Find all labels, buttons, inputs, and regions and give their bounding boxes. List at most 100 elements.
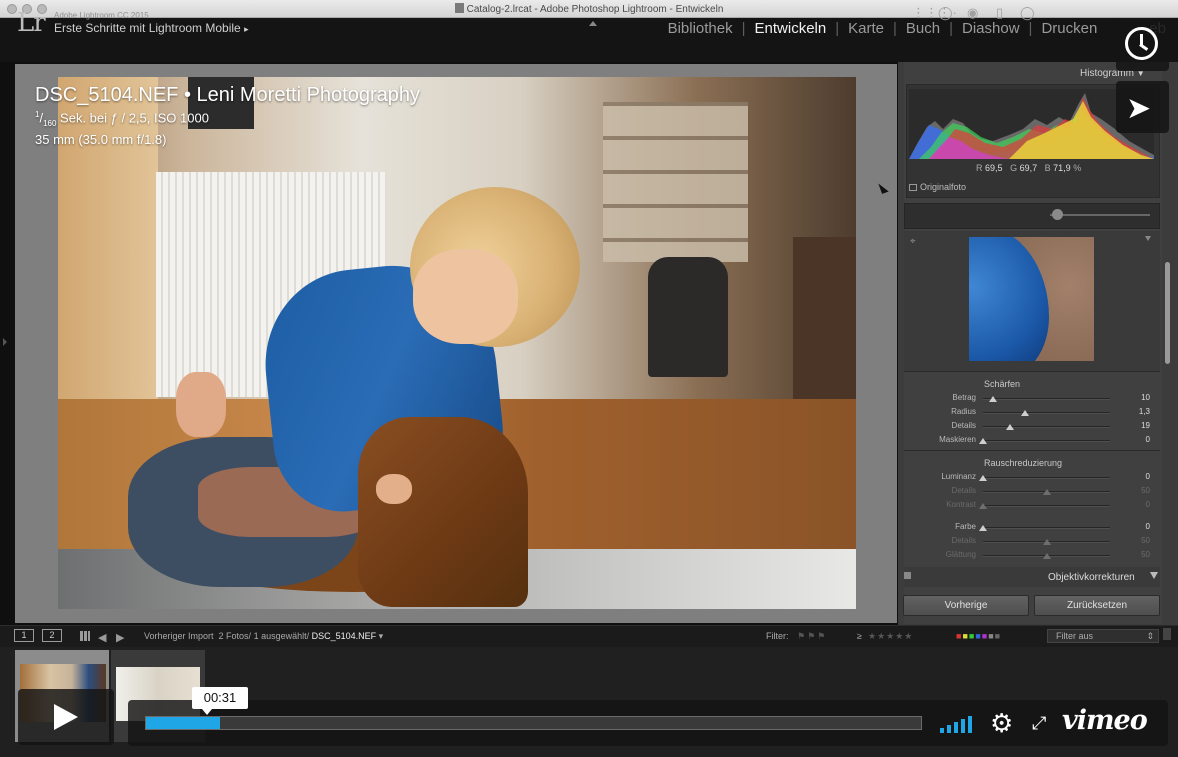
module-buch[interactable]: Buch <box>904 20 942 37</box>
volume-bar <box>947 725 951 733</box>
filename-dropdown-icon: ▾ <box>378 631 384 641</box>
chevron-down-icon[interactable] <box>1150 572 1158 579</box>
rating-filter-ge[interactable]: ≥ <box>857 631 862 641</box>
filter-preset-dropdown[interactable]: Filter aus ⇕ <box>1047 629 1159 643</box>
module-separator: | <box>949 20 954 37</box>
slider-track[interactable] <box>983 412 1110 414</box>
lightroom-version: Adobe Lightroom CC 2015 <box>54 11 149 20</box>
reset-button[interactable]: Zurücksetzen <box>1034 595 1160 616</box>
filmstrip-filename: DSC_5104.NEF <box>311 631 377 641</box>
adjustment-brush-icon[interactable] <box>1052 209 1063 220</box>
photo-lens: 35 mm (35.0 mm f/1.8) <box>35 131 167 147</box>
slider-value[interactable]: 19 <box>1128 421 1150 430</box>
slider-value[interactable]: 50 <box>1128 550 1150 559</box>
readout-r-value: 69,5 <box>985 163 1003 173</box>
filmstrip-toggle-icon[interactable] <box>1163 628 1171 640</box>
star-rating-filter-icon[interactable]: ★★★★★ <box>868 631 913 642</box>
module-separator: | <box>893 20 897 37</box>
detail-collapse-icon[interactable] <box>1145 236 1151 241</box>
slider-knob[interactable] <box>1005 424 1014 430</box>
main-window-button[interactable]: 1 <box>14 629 34 642</box>
slider-knob[interactable] <box>1042 553 1051 559</box>
slider-track[interactable] <box>983 527 1110 529</box>
slider-value[interactable]: 0 <box>1128 472 1150 481</box>
slider-value[interactable]: 10 <box>1128 393 1150 402</box>
module-karte[interactable]: Karte <box>846 20 886 37</box>
readout-b-label: B <box>1044 163 1051 173</box>
filmstrip-count: 2 Fotos/ 1 ausgewählt/ <box>218 631 310 641</box>
fullscreen-icon[interactable]: ⤢ <box>1032 713 1046 733</box>
module-bibliothek[interactable]: Bibliothek <box>666 20 735 37</box>
second-window-button[interactable]: 2 <box>42 629 62 642</box>
filmstrip-source-text: Vorheriger Import <box>144 631 214 641</box>
slider-label: Radius <box>951 407 976 416</box>
detail-zoom-preview[interactable] <box>969 237 1094 361</box>
identity-plate[interactable]: Erste Schritte mit Lightroom Mobile ▸ <box>54 21 249 35</box>
loupe-photo[interactable] <box>58 77 856 609</box>
dropdown-stepper-icon: ⇕ <box>1146 631 1154 641</box>
slider-label: Details <box>951 421 976 430</box>
play-icon <box>54 704 78 730</box>
adjustment-brush-slider[interactable] <box>1050 214 1150 216</box>
right-panel-scrollbar[interactable] <box>1165 262 1170 364</box>
slider-knob[interactable] <box>979 503 987 509</box>
color-label-filter-icon[interactable]: ■■■■■■■ <box>956 631 1001 641</box>
slider-track[interactable] <box>983 398 1110 400</box>
forward-arrow-icon[interactable]: ▶ <box>116 631 124 644</box>
gear-icon[interactable]: ⚙ <box>990 709 1013 737</box>
module-drucken[interactable]: Drucken <box>1039 20 1099 37</box>
grid-view-icon[interactable] <box>80 631 90 641</box>
volume-icon[interactable] <box>940 715 976 733</box>
volume-bar <box>968 716 972 733</box>
original-photo-toggle[interactable]: Originalfoto <box>909 182 966 192</box>
slider-value[interactable]: 0 <box>1128 500 1150 509</box>
volume-bar <box>954 722 958 733</box>
module-separator: | <box>835 20 840 37</box>
slider-value[interactable]: 0 <box>1128 522 1150 531</box>
radial-filter-icon[interactable]: ◯ <box>1020 6 1035 20</box>
slider-knob[interactable] <box>1020 410 1029 416</box>
slider-knob[interactable] <box>1042 539 1051 545</box>
send-icon: ➤ <box>1126 92 1152 125</box>
slider-knob[interactable] <box>1042 489 1051 495</box>
target-icon[interactable]: ⌖ <box>910 236 916 247</box>
slider-value[interactable]: 50 <box>1128 536 1150 545</box>
back-arrow-icon[interactable]: ◀ <box>98 631 106 644</box>
original-photo-checkbox[interactable] <box>909 184 917 191</box>
catalog-document-icon <box>454 3 464 13</box>
red-eye-icon[interactable]: ◉ <box>967 6 978 20</box>
video-progress-track[interactable] <box>145 716 922 730</box>
lens-corrections-toggle[interactable] <box>904 572 911 579</box>
develop-tool-strip <box>904 203 1160 229</box>
graduated-filter-icon[interactable]: ▯ <box>996 6 1003 20</box>
slider-track[interactable] <box>983 426 1110 428</box>
slider-value[interactable]: 50 <box>1128 486 1150 495</box>
vimeo-logo[interactable]: vimeo <box>1062 705 1148 736</box>
slider-value[interactable]: 1,3 <box>1128 407 1150 416</box>
slider-track[interactable] <box>983 477 1110 479</box>
module-entwickeln[interactable]: Entwickeln <box>753 20 829 37</box>
slider-value[interactable]: 0 <box>1128 435 1150 444</box>
slider-knob[interactable] <box>979 475 987 481</box>
left-panel-toggle-icon[interactable] <box>3 338 7 346</box>
slider-track[interactable] <box>983 505 1110 507</box>
module-diashow[interactable]: Diashow <box>960 20 1022 37</box>
filmstrip-source[interactable]: Vorheriger Import 2 Fotos/ 1 ausgewählt/… <box>144 631 383 642</box>
noise-heading: Rauschreduzierung <box>984 458 1063 468</box>
top-panel-toggle-icon[interactable] <box>589 21 597 26</box>
histogram-readout: R 69,5 G 69,7 B 71,9 % <box>976 163 1081 173</box>
slider-label: Farbe <box>955 522 976 531</box>
identity-plate-text: Erste Schritte mit Lightroom Mobile <box>54 21 241 35</box>
slider-knob[interactable] <box>989 396 998 402</box>
video-time-tooltip: 00:31 <box>192 687 248 709</box>
flag-filter-icon[interactable]: ⚑⚑⚑ <box>797 631 827 642</box>
filter-preset-value: Filter aus <box>1056 631 1094 641</box>
slider-knob[interactable] <box>979 438 987 444</box>
spot-removal-icon[interactable]: ◯· <box>938 6 957 20</box>
slider-knob[interactable] <box>979 525 987 531</box>
screen: Catalog-2.lrcat - Adobe Photoshop Lightr… <box>0 0 1178 757</box>
volume-bar <box>940 728 944 733</box>
previous-button[interactable]: Vorherige <box>903 595 1029 616</box>
slider-track[interactable] <box>983 440 1110 442</box>
sharpen-heading: Schärfen <box>984 379 1021 389</box>
